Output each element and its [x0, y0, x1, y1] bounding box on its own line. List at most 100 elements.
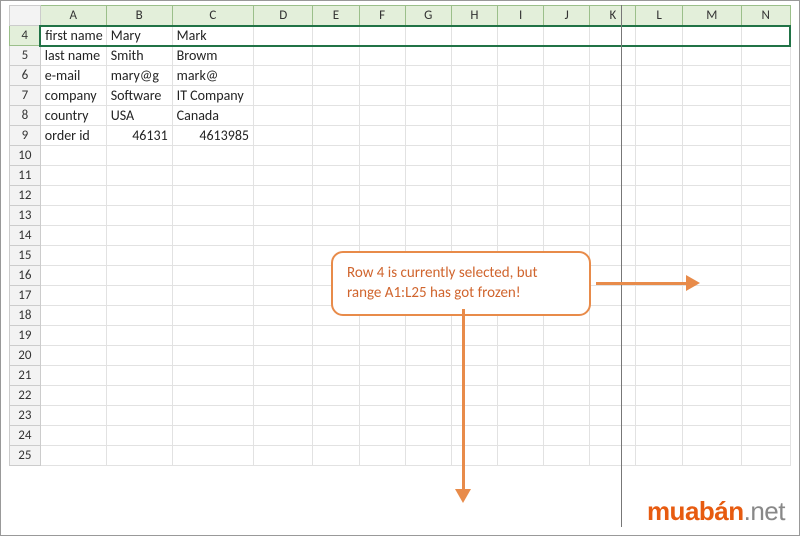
cell-G14[interactable]	[405, 226, 451, 246]
cell-K23[interactable]	[590, 406, 636, 426]
cell-L24[interactable]	[636, 426, 682, 446]
cell-B24[interactable]	[106, 426, 172, 446]
cell-A15[interactable]	[40, 246, 106, 266]
cell-K11[interactable]	[590, 166, 636, 186]
cell-L7[interactable]	[636, 86, 682, 106]
cell-G11[interactable]	[405, 166, 451, 186]
cell-L8[interactable]	[636, 106, 682, 126]
cell-D6[interactable]	[254, 66, 313, 86]
cell-D16[interactable]	[254, 266, 313, 286]
col-header-K[interactable]: K	[590, 6, 636, 26]
cell-G5[interactable]	[405, 46, 451, 66]
row-header-8[interactable]: 8	[10, 106, 41, 126]
cell-J20[interactable]	[544, 346, 590, 366]
row-header-4[interactable]: 4	[10, 26, 41, 46]
cell-B6[interactable]: mary@g	[106, 66, 172, 86]
cell-M15[interactable]	[682, 246, 741, 266]
row-header-14[interactable]: 14	[10, 226, 41, 246]
cell-N17[interactable]	[741, 286, 790, 306]
cell-A19[interactable]	[40, 326, 106, 346]
cell-I5[interactable]	[498, 46, 544, 66]
cell-I25[interactable]	[498, 446, 544, 466]
cell-C19[interactable]	[172, 326, 253, 346]
cell-E12[interactable]	[313, 186, 359, 206]
cell-D21[interactable]	[254, 366, 313, 386]
cell-N19[interactable]	[741, 326, 790, 346]
cell-K7[interactable]	[590, 86, 636, 106]
cell-E14[interactable]	[313, 226, 359, 246]
cell-D14[interactable]	[254, 226, 313, 246]
cell-F13[interactable]	[359, 206, 405, 226]
cell-N12[interactable]	[741, 186, 790, 206]
cell-G8[interactable]	[405, 106, 451, 126]
row-header-20[interactable]: 20	[10, 346, 41, 366]
cell-D20[interactable]	[254, 346, 313, 366]
cell-F8[interactable]	[359, 106, 405, 126]
cell-B23[interactable]	[106, 406, 172, 426]
cell-N23[interactable]	[741, 406, 790, 426]
cell-E25[interactable]	[313, 446, 359, 466]
cell-I21[interactable]	[498, 366, 544, 386]
cell-F10[interactable]	[359, 146, 405, 166]
cell-N22[interactable]	[741, 386, 790, 406]
cell-N5[interactable]	[741, 46, 790, 66]
cell-A6[interactable]: e-mail	[40, 66, 106, 86]
cell-E7[interactable]	[313, 86, 359, 106]
cell-K15[interactable]	[590, 246, 636, 266]
cell-B14[interactable]	[106, 226, 172, 246]
cell-H11[interactable]	[451, 166, 497, 186]
row-header-11[interactable]: 11	[10, 166, 41, 186]
cell-M20[interactable]	[682, 346, 741, 366]
cell-F5[interactable]	[359, 46, 405, 66]
cell-I19[interactable]	[498, 326, 544, 346]
cell-F12[interactable]	[359, 186, 405, 206]
row-header-25[interactable]: 25	[10, 446, 41, 466]
cell-G23[interactable]	[405, 406, 451, 426]
cell-L21[interactable]	[636, 366, 682, 386]
cell-B16[interactable]	[106, 266, 172, 286]
cell-M23[interactable]	[682, 406, 741, 426]
cell-J22[interactable]	[544, 386, 590, 406]
cell-L10[interactable]	[636, 146, 682, 166]
cell-H5[interactable]	[451, 46, 497, 66]
cell-A18[interactable]	[40, 306, 106, 326]
cell-J12[interactable]	[544, 186, 590, 206]
cell-H10[interactable]	[451, 146, 497, 166]
cell-D10[interactable]	[254, 146, 313, 166]
cell-M14[interactable]	[682, 226, 741, 246]
cell-M13[interactable]	[682, 206, 741, 226]
cell-B11[interactable]	[106, 166, 172, 186]
cell-K6[interactable]	[590, 66, 636, 86]
cell-D23[interactable]	[254, 406, 313, 426]
cell-N18[interactable]	[741, 306, 790, 326]
cell-J21[interactable]	[544, 366, 590, 386]
cell-J11[interactable]	[544, 166, 590, 186]
cell-L20[interactable]	[636, 346, 682, 366]
cell-J19[interactable]	[544, 326, 590, 346]
cell-N7[interactable]	[741, 86, 790, 106]
cell-B12[interactable]	[106, 186, 172, 206]
cell-G24[interactable]	[405, 426, 451, 446]
cell-D8[interactable]	[254, 106, 313, 126]
cell-B22[interactable]	[106, 386, 172, 406]
cell-F22[interactable]	[359, 386, 405, 406]
cell-K18[interactable]	[590, 306, 636, 326]
cell-E23[interactable]	[313, 406, 359, 426]
cell-N21[interactable]	[741, 366, 790, 386]
cell-J4[interactable]	[544, 26, 590, 46]
cell-I11[interactable]	[498, 166, 544, 186]
cell-L13[interactable]	[636, 206, 682, 226]
cell-K14[interactable]	[590, 226, 636, 246]
cell-B19[interactable]	[106, 326, 172, 346]
col-header-I[interactable]: I	[498, 6, 544, 26]
cell-B5[interactable]: Smith	[106, 46, 172, 66]
cell-N10[interactable]	[741, 146, 790, 166]
cell-L18[interactable]	[636, 306, 682, 326]
col-header-F[interactable]: F	[359, 6, 405, 26]
cell-C20[interactable]	[172, 346, 253, 366]
cell-K19[interactable]	[590, 326, 636, 346]
cell-J24[interactable]	[544, 426, 590, 446]
cell-I7[interactable]	[498, 86, 544, 106]
cell-H12[interactable]	[451, 186, 497, 206]
cell-L5[interactable]	[636, 46, 682, 66]
